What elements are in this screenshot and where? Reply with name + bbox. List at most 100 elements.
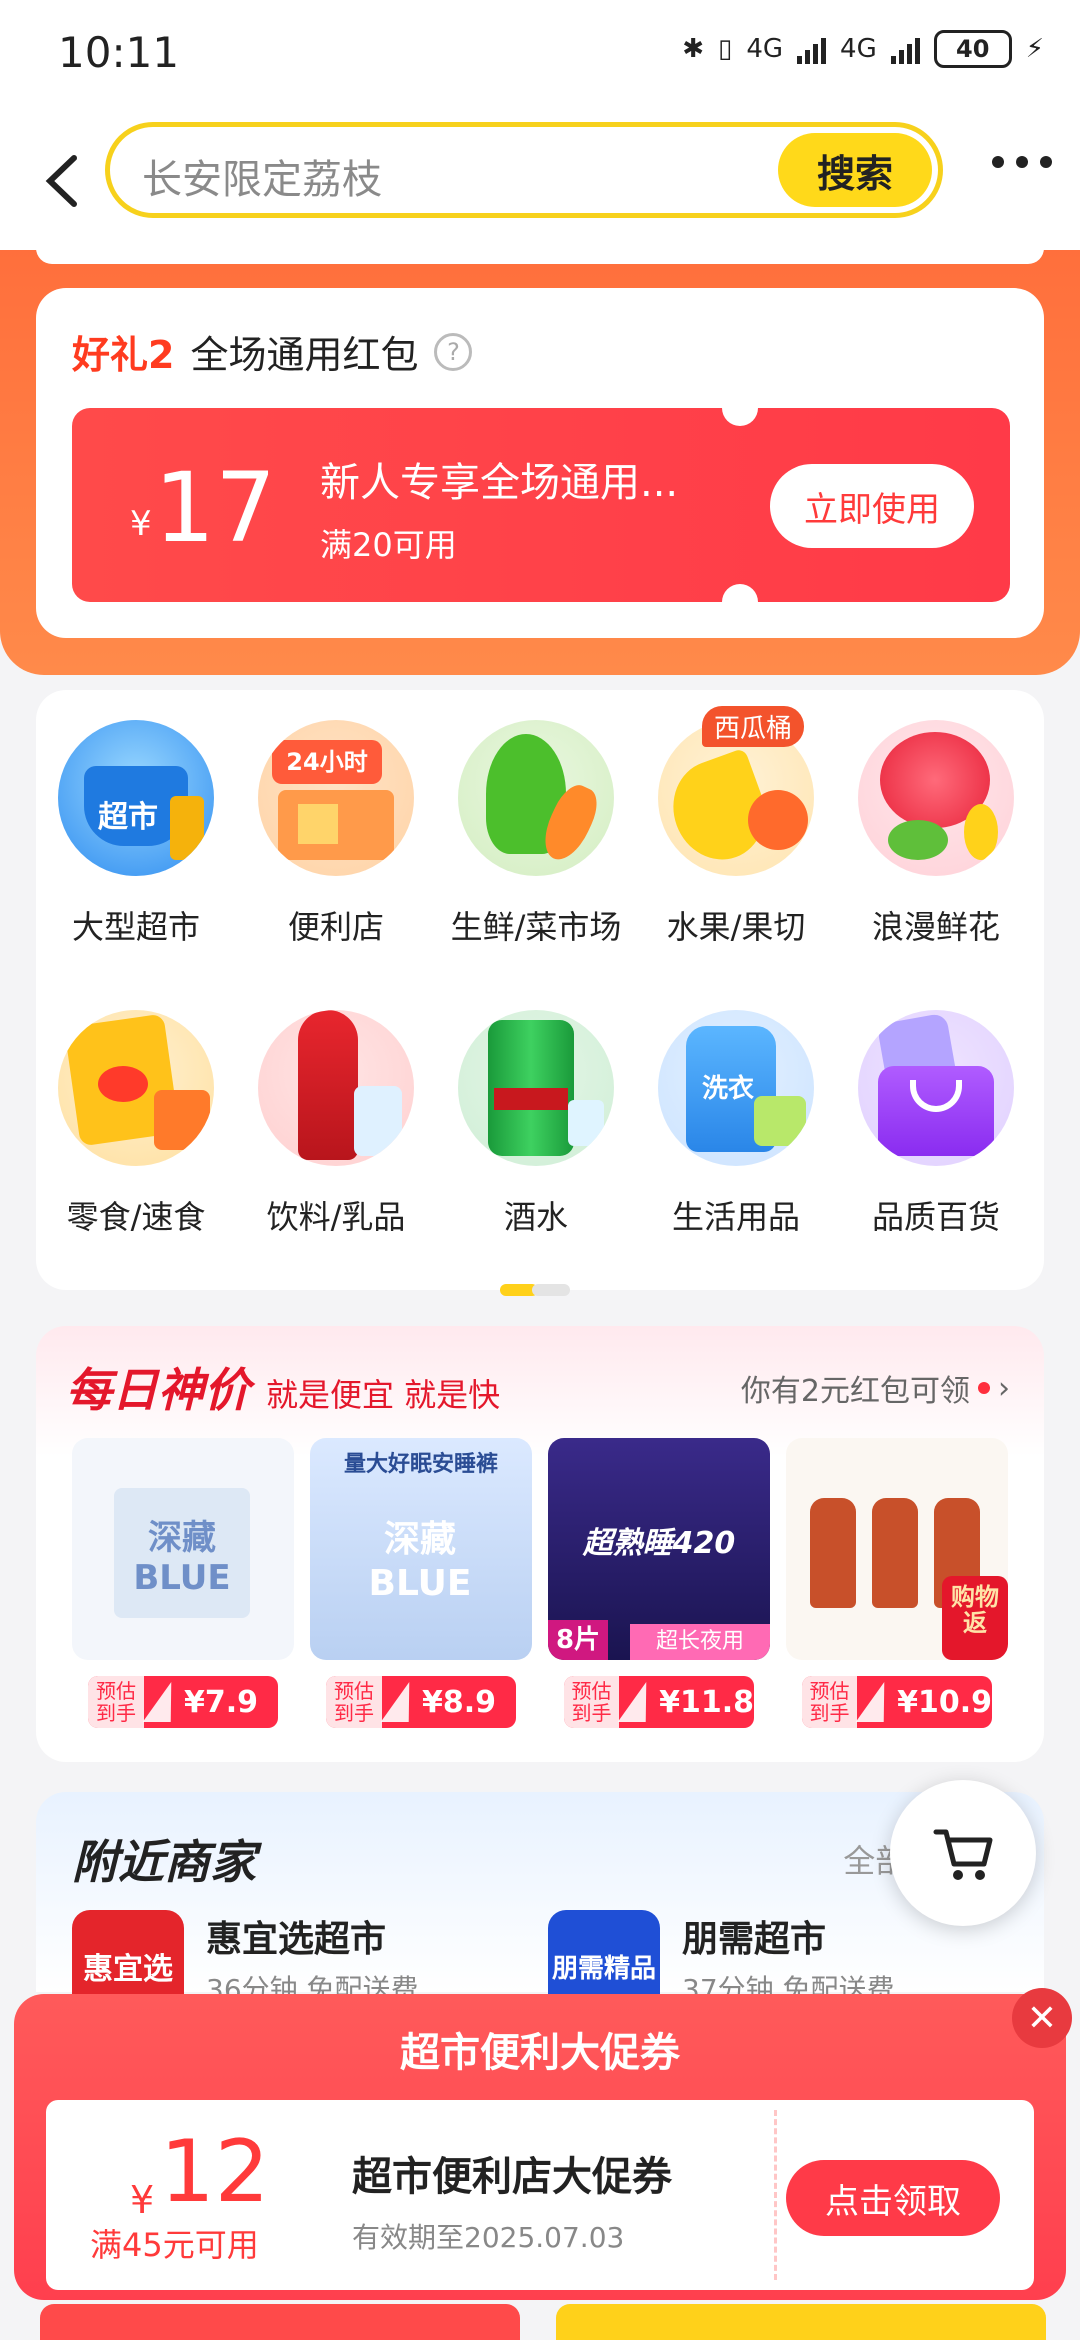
category-quality-goods[interactable]: 品质百货 bbox=[836, 1010, 1036, 1238]
product-price-tag: 预估到手 ¥10.9 bbox=[802, 1676, 992, 1728]
category-daily-goods[interactable]: 洗衣 生活用品 bbox=[636, 1010, 836, 1238]
gift-card: 好礼2 全场通用红包 ? ¥ 17 新人专享全场通用... 满20可用 立即使用 bbox=[36, 288, 1044, 638]
charging-icon: ⚡ bbox=[1025, 34, 1044, 64]
category-snacks[interactable]: 零食/速食 bbox=[36, 1010, 236, 1238]
previous-card-edge bbox=[36, 248, 1044, 264]
red-packet-text: 你有2元红包可领 bbox=[740, 1374, 970, 1409]
dot-icon bbox=[992, 156, 1004, 168]
price-estimate-label: 预估到手 bbox=[88, 1676, 144, 1728]
supermarket-basket-icon: 超市 bbox=[58, 720, 214, 876]
category-label: 生活用品 bbox=[671, 1198, 800, 1236]
category-convenience-store[interactable]: 24小时 便利店 bbox=[236, 720, 436, 948]
popup-coupon-name: 超市便利店大促券 bbox=[352, 2154, 672, 2200]
chevron-right-icon: › bbox=[998, 1370, 1010, 1406]
product-price-tag: 预估到手 ¥11.8 bbox=[564, 1676, 754, 1728]
category-supermarket[interactable]: 超市 大型超市 bbox=[36, 720, 236, 948]
category-label: 饮料/乳品 bbox=[266, 1198, 406, 1236]
product-price: ¥10.9 bbox=[897, 1684, 992, 1720]
product-price: ¥8.9 bbox=[422, 1684, 497, 1720]
lightning-icon bbox=[617, 1682, 661, 1722]
category-drinks[interactable]: 饮料/乳品 bbox=[236, 1010, 436, 1238]
product-price-tag: 预估到手 ¥8.9 bbox=[326, 1676, 516, 1728]
cart-button[interactable] bbox=[890, 1780, 1036, 1926]
category-flowers[interactable]: 浪漫鲜花 bbox=[836, 720, 1036, 948]
category-label: 便利店 bbox=[287, 908, 384, 946]
coupon-divider bbox=[774, 2110, 777, 2280]
category-grid: 超市 大型超市 24小时 便利店 生鲜/菜市场 西瓜桶 水果/果切 浪漫鲜花 零… bbox=[36, 690, 1044, 1290]
rose-icon bbox=[858, 720, 1014, 876]
price-estimate-label: 预估到手 bbox=[326, 1676, 382, 1728]
detergent-icon: 洗衣 bbox=[658, 1010, 814, 1166]
back-button[interactable] bbox=[30, 146, 100, 216]
signal-4g-label-2: 4G bbox=[840, 34, 877, 64]
popup-coupon[interactable]: ¥ 12 满45元可用 超市便利店大促券 有效期至2025.07.03 点击领取 bbox=[46, 2100, 1034, 2290]
product-price: ¥11.8 bbox=[659, 1684, 754, 1720]
shop-name: 朋需超市 bbox=[682, 1919, 827, 1960]
product-image-text: 超熟睡420 bbox=[582, 1526, 736, 1561]
popup-coupon-validity: 有效期至2025.07.03 bbox=[352, 2221, 625, 2254]
bottom-card-left bbox=[40, 2304, 520, 2340]
deal-product-2[interactable]: 量大好眠安睡裤 深藏 BLUE 预估到手 ¥8.9 bbox=[310, 1438, 532, 1728]
deal-product-3[interactable]: 超熟睡420 8片 超长夜用 预估到手 ¥11.8 bbox=[548, 1438, 770, 1728]
notification-dot bbox=[978, 1382, 990, 1394]
cola-bottle-icon bbox=[258, 1010, 414, 1166]
product-image: 深藏 BLUE bbox=[72, 1438, 294, 1660]
product-image: 购物返 bbox=[786, 1438, 1008, 1660]
signal-4g-label-1: 4G bbox=[746, 34, 784, 64]
search-input[interactable]: 长安限定荔枝 搜索 bbox=[105, 122, 943, 218]
daily-deals-header: 每日神价 就是便宜 就是快 bbox=[66, 1354, 500, 1420]
category-alcohol[interactable]: 酒水 bbox=[436, 1010, 636, 1238]
signal-icon-2 bbox=[890, 34, 920, 64]
gift-title: 好礼2 全场通用红包 ? bbox=[72, 324, 473, 379]
shopping-bag-icon bbox=[858, 1010, 1014, 1166]
dot-icon bbox=[1016, 156, 1028, 168]
top-header: 长安限定荔枝 搜索 bbox=[0, 110, 1080, 255]
pager-dot bbox=[532, 1284, 570, 1296]
nearby-merchants-card: 附近商家 全部60 惠宜选 惠宜选超市 36分钟 免配送费 朋需精品 朋需超市 … bbox=[36, 1792, 1044, 2022]
search-placeholder: 长安限定荔枝 bbox=[142, 157, 382, 203]
cart-icon bbox=[933, 1829, 993, 1880]
help-icon[interactable]: ? bbox=[434, 332, 473, 371]
claim-button[interactable]: 点击领取 bbox=[786, 2160, 1000, 2236]
close-icon[interactable]: ✕ bbox=[1012, 1988, 1072, 2048]
pager-dots bbox=[500, 1284, 570, 1296]
red-packet-link[interactable]: 你有2元红包可领 › bbox=[741, 1366, 1010, 1410]
search-button[interactable]: 搜索 bbox=[778, 133, 932, 207]
popup-title: 超市便利大促券 bbox=[400, 2030, 680, 2076]
status-icons: ✱ ▯ 4G 4G 40 ⚡ bbox=[682, 30, 1044, 68]
category-fruit[interactable]: 西瓜桶 水果/果切 bbox=[636, 706, 836, 948]
lightning-icon bbox=[380, 1682, 424, 1722]
product-image-text: 深藏 BLUE bbox=[368, 1519, 472, 1604]
promo-popup: 超市便利大促券 ✕ ¥ 12 满45元可用 超市便利店大促券 有效期至2025.… bbox=[14, 1988, 1072, 2300]
coupon-notch-bottom bbox=[722, 584, 758, 620]
status-bar: 10:11 ✱ ▯ 4G 4G 40 ⚡ bbox=[0, 0, 1080, 110]
category-label: 酒水 bbox=[503, 1198, 568, 1236]
dot-icon bbox=[1040, 156, 1052, 168]
deal-product-1[interactable]: 深藏 BLUE 预估到手 ¥7.9 bbox=[72, 1438, 294, 1728]
gift-tag: 好礼2 bbox=[72, 333, 175, 377]
coupon-amount: 17 bbox=[154, 452, 277, 564]
product-image-tag: 购物返 bbox=[942, 1576, 1008, 1660]
product-image: 量大好眠安睡裤 深藏 BLUE bbox=[310, 1438, 532, 1660]
coupon-title: 新人专享全场通用... bbox=[320, 460, 679, 506]
battery-icon: 40 bbox=[933, 30, 1012, 68]
deal-product-4[interactable]: 购物返 预估到手 ¥10.9 bbox=[786, 1438, 1008, 1728]
daily-deals-card: 每日神价 就是便宜 就是快 你有2元红包可领 › 深藏 BLUE 预估到手 ¥7… bbox=[36, 1326, 1044, 1762]
more-menu-button[interactable] bbox=[992, 156, 1052, 168]
category-label: 品质百货 bbox=[871, 1198, 1000, 1236]
signal-icon bbox=[797, 34, 827, 64]
nearby-title: 附近商家 bbox=[72, 1835, 256, 1889]
category-fresh-market[interactable]: 生鲜/菜市场 bbox=[436, 720, 636, 948]
chevron-left-icon bbox=[45, 155, 77, 207]
bottom-content-peek bbox=[0, 2300, 1080, 2340]
product-image-caption: 超长夜用 bbox=[630, 1624, 770, 1660]
bottom-card-right bbox=[556, 2304, 1046, 2340]
price-estimate-label: 预估到手 bbox=[564, 1676, 620, 1728]
use-now-button[interactable]: 立即使用 bbox=[770, 464, 974, 548]
lightning-icon bbox=[855, 1682, 899, 1722]
category-badge: 西瓜桶 bbox=[702, 706, 805, 747]
vibrate-icon: ▯ bbox=[718, 34, 733, 64]
popup-coupon-amount: 12 bbox=[160, 2122, 270, 2222]
coupon-17[interactable]: ¥ 17 新人专享全场通用... 满20可用 立即使用 bbox=[72, 390, 1010, 620]
convenience-store-icon: 24小时 bbox=[258, 720, 414, 876]
